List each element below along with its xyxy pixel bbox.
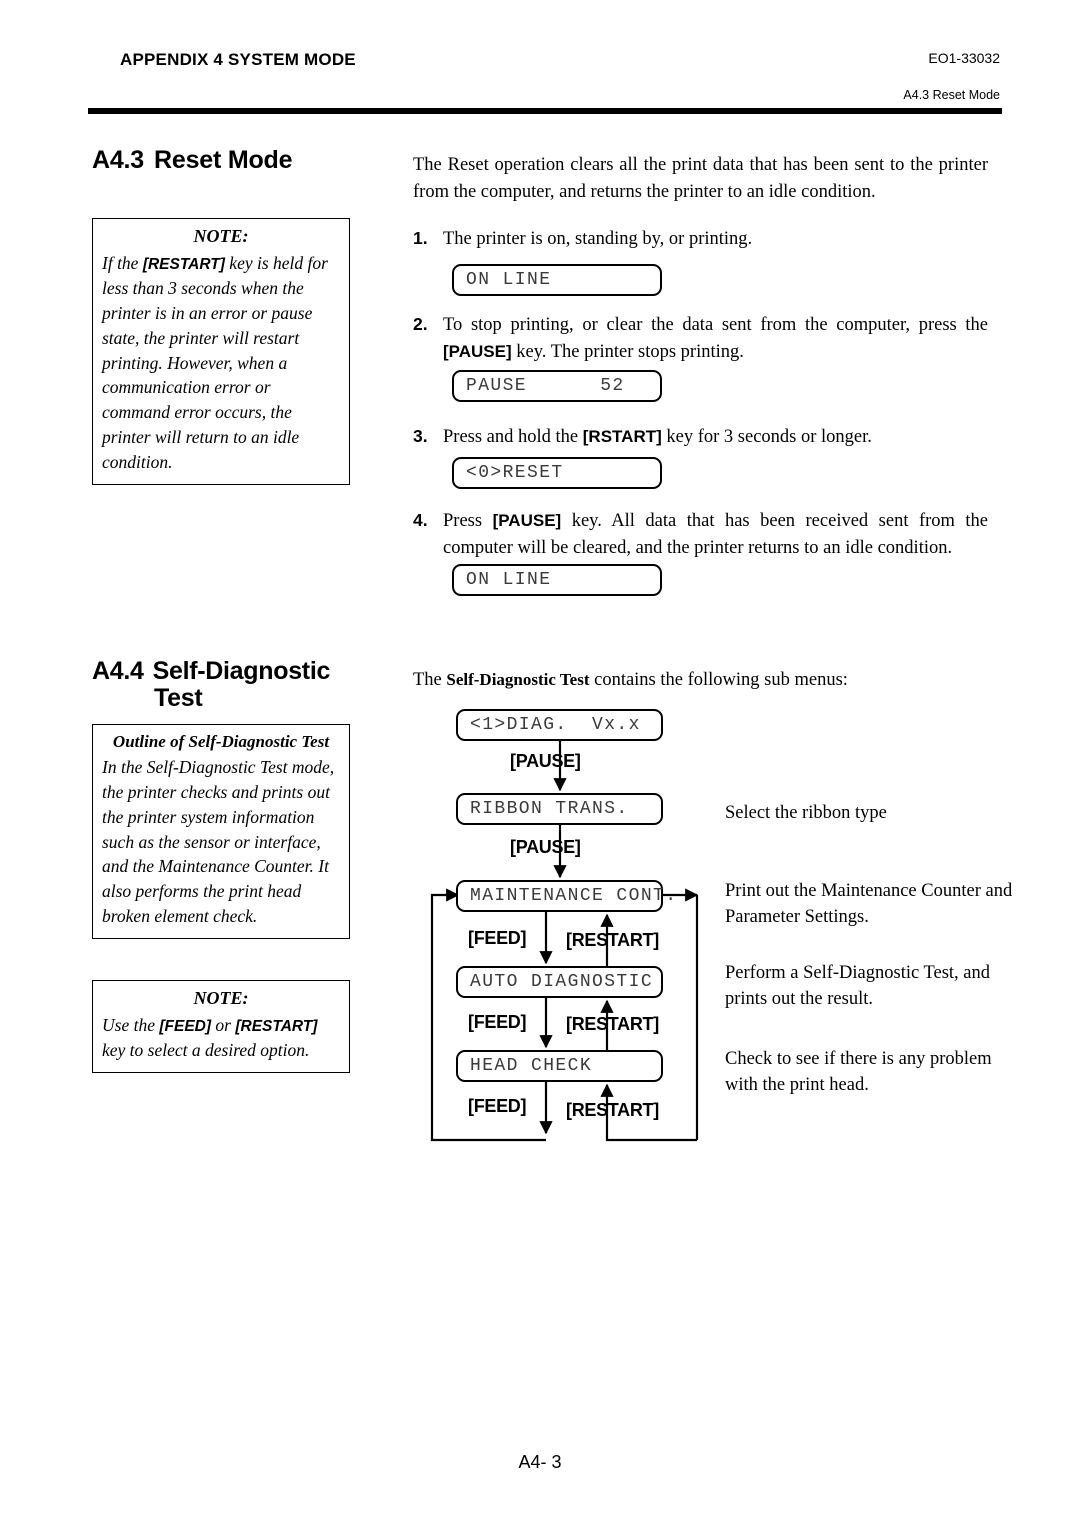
- section-a44-number: A4.4: [92, 657, 144, 685]
- section-a43-heading: A4.3 Reset Mode: [92, 146, 293, 175]
- flowchart-key-restart-2: [RESTART]: [566, 1014, 659, 1034]
- step-text: Press [PAUSE] key. All data that has bee…: [443, 511, 989, 558]
- flowchart-box-head-check: HEAD CHECK: [456, 1050, 663, 1082]
- note-box-outline: Outline of Self-Diagnostic Test In the S…: [92, 724, 350, 939]
- flowchart-key-restart-1: [RESTART]: [566, 930, 659, 950]
- step-text: Press and hold the [RSTART] key for 3 se…: [443, 427, 872, 447]
- flowchart-key-pause-1: [PAUSE]: [510, 751, 581, 771]
- section-a43-number: A4.3: [92, 146, 145, 174]
- note-box-feed: NOTE: Use the [FEED] or [RESTART] key to…: [92, 980, 350, 1073]
- section-a43-title: Reset Mode: [154, 146, 293, 174]
- lcd-display-on-line-1: ON LINE: [452, 264, 662, 296]
- section-a44-heading: A4.4 Self-Diagnostic Test: [92, 658, 362, 712]
- flowchart-key-pause-2: [PAUSE]: [510, 837, 581, 857]
- flowchart-key-restart-3: [RESTART]: [566, 1100, 659, 1120]
- step-number: 3.: [413, 426, 428, 446]
- flowchart-key-feed-3: [FEED]: [468, 1096, 527, 1116]
- lcd-display-on-line-2: ON LINE: [452, 564, 662, 596]
- page-header-title: APPENDIX 4 SYSTEM MODE: [120, 50, 356, 69]
- step-text: The printer is on, standing by, or print…: [443, 229, 753, 249]
- lcd-display-pause: PAUSE 52: [452, 370, 662, 402]
- step-text: To stop printing, or clear the data sent…: [443, 315, 988, 362]
- step-number: 1.: [413, 228, 428, 248]
- step-number: 4.: [413, 510, 428, 530]
- document-code: EO1-33032: [928, 50, 1000, 66]
- reset-step-3: 3. Press and hold the [RSTART] key for 3…: [413, 424, 988, 451]
- header-section-label: A4.3 Reset Mode: [903, 88, 1000, 102]
- outline-body: In the Self-Diagnostic Test mode, the pr…: [102, 757, 335, 927]
- step-number: 2.: [413, 314, 428, 334]
- reset-step-4: 4. Press [PAUSE] key. All data that has …: [413, 508, 988, 562]
- page-number: A4- 3: [518, 1452, 562, 1472]
- flowchart-box-maintenance-cont: MAINTENANCE CONT.: [456, 880, 676, 912]
- reset-step-2: 2. To stop printing, or clear the data s…: [413, 312, 988, 366]
- flowchart-annotation-head: Check to see if there is any problem wit…: [725, 1049, 992, 1096]
- flowchart-key-feed-2: [FEED]: [468, 1012, 527, 1032]
- flowchart-box-ribbon-trans: RIBBON TRANS.: [456, 793, 663, 825]
- note-box-restart: NOTE: If the [RESTART] key is held for l…: [92, 218, 350, 485]
- flowchart-annotation-maintenance: Print out the Maintenance Counter and Pa…: [725, 881, 1013, 928]
- note-body: Use the [FEED] or [RESTART] key to selec…: [102, 1015, 318, 1060]
- note-heading: NOTE:: [193, 226, 249, 246]
- reset-step-1: 1. The printer is on, standing by, or pr…: [413, 226, 988, 253]
- flowchart-key-feed-1: [FEED]: [468, 928, 527, 948]
- section-a44-title-line1: Self-Diagnostic: [152, 657, 331, 685]
- note-heading: NOTE:: [193, 988, 249, 1008]
- reset-intro-paragraph: The Reset operation clears all the print…: [413, 155, 988, 202]
- flowchart-box-auto-diagnostic: AUTO DIAGNOSTIC: [456, 966, 663, 998]
- flowchart-box-diag: <1>DIAG. Vx.x: [456, 709, 663, 741]
- header-divider: [88, 108, 1002, 114]
- flowchart-annotation-auto: Perform a Self-Diagnostic Test, and prin…: [725, 963, 991, 1010]
- outline-heading: Outline of Self-Diagnostic Test: [112, 732, 330, 751]
- lcd-display-reset: <0>RESET: [452, 457, 662, 489]
- flowchart-annotation-ribbon: Select the ribbon type: [725, 803, 887, 823]
- section-a44-title-line2: Test: [154, 684, 203, 712]
- note-body: If the [RESTART] key is held for less th…: [102, 253, 328, 472]
